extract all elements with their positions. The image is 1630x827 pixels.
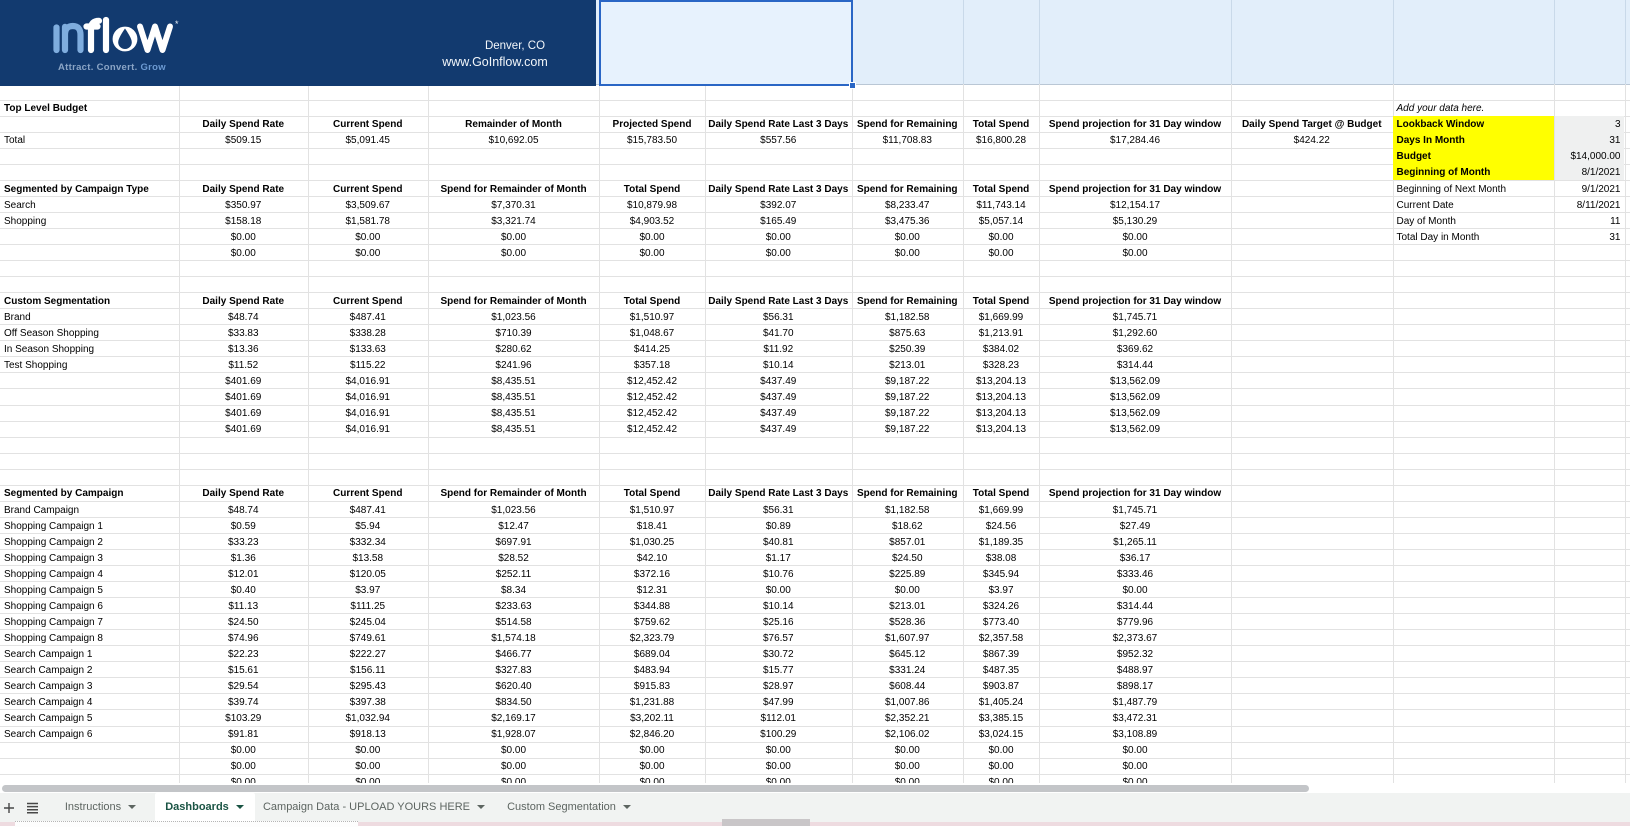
svg-text:*: * xyxy=(175,19,179,29)
